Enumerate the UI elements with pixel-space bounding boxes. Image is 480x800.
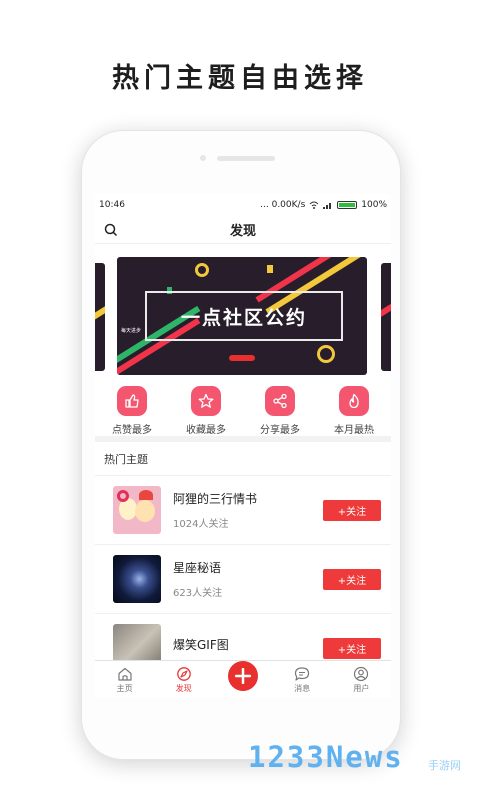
topic-name: 阿狸的三行情书	[173, 492, 258, 506]
topic-name: 星座秘语	[173, 561, 222, 575]
network-speed: ... 0.00K/s	[260, 200, 306, 210]
bottom-tab-bar: 主页 发现 消息 用户	[95, 660, 391, 698]
wifi-icon	[309, 201, 319, 209]
quick-label: 分享最多	[260, 425, 300, 436]
promo-title: 热门主题自由选择	[112, 63, 368, 94]
compass-icon	[176, 666, 191, 681]
follow-button[interactable]: +关注	[323, 499, 381, 521]
quick-hottest-month[interactable]: 本月最热	[324, 386, 384, 436]
ring-decoration	[195, 263, 209, 277]
plus-icon	[227, 660, 258, 691]
tab-discover[interactable]: 发现	[159, 666, 209, 694]
signal-icon	[323, 203, 332, 209]
section-title: 热门主题	[95, 442, 391, 476]
tab-home[interactable]: 主页	[100, 666, 150, 694]
thumbs-up-icon	[117, 386, 147, 416]
earpiece-speaker	[217, 156, 275, 161]
topic-row[interactable]: 阿狸的三行情书 1024人关注 +关注	[95, 476, 391, 545]
banner-slide[interactable]: 一点社区公约 每天进步	[117, 257, 367, 375]
quick-label: 收藏最多	[186, 425, 226, 436]
quick-label: 点赞最多	[112, 425, 152, 436]
quick-actions: 点赞最多 收藏最多 分享最多 本月最热	[95, 378, 391, 442]
follow-button[interactable]: +关注	[323, 568, 381, 590]
flame-icon	[339, 386, 369, 416]
tab-label: 主页	[116, 683, 133, 693]
quick-most-shared[interactable]: 分享最多	[250, 386, 310, 436]
watermark-suffix: 手游网	[428, 759, 461, 772]
quick-most-liked[interactable]: 点赞最多	[102, 386, 162, 436]
banner-page-indicator	[229, 355, 255, 361]
battery-level: 100%	[361, 200, 387, 210]
share-icon	[265, 386, 295, 416]
search-icon[interactable]	[104, 223, 118, 237]
tab-messages[interactable]: 消息	[277, 666, 327, 694]
status-bar: 10:46 ... 0.00K/s 100%	[95, 194, 391, 216]
home-icon	[117, 667, 132, 681]
status-time: 10:46	[99, 200, 125, 210]
topic-thumbnail	[113, 486, 161, 534]
banner-carousel[interactable]: 一点社区公约 每天进步	[95, 244, 391, 378]
banner-title: 一点社区公约	[180, 306, 307, 329]
top-header: 发现	[95, 216, 391, 244]
watermark-logo: 1233News	[248, 740, 404, 774]
tab-publish[interactable]	[218, 660, 268, 691]
cube-decoration	[267, 265, 273, 273]
tab-label: 消息	[294, 683, 311, 693]
front-camera	[200, 155, 206, 161]
hot-topics-section: 热门主题 阿狸的三行情书 1024人关注 +关注 星座秘语 623人关注 +关注	[95, 442, 391, 683]
ring-decoration	[317, 345, 335, 363]
user-icon	[354, 666, 369, 681]
app-screen: 10:46 ... 0.00K/s 100% 发现 一点社区公约 每天进步 点赞…	[95, 194, 391, 698]
battery-icon	[337, 201, 358, 209]
banner-badge: 每天进步	[121, 328, 142, 334]
topic-row[interactable]: 星座秘语 623人关注 +关注	[95, 545, 391, 614]
chat-bubble-icon	[295, 666, 310, 681]
quick-label: 本月最热	[334, 425, 374, 436]
quick-most-saved[interactable]: 收藏最多	[176, 386, 236, 436]
topic-name: 爆笑GIF图	[173, 637, 229, 652]
tab-user[interactable]: 用户	[336, 666, 386, 694]
page-title: 发现	[229, 224, 256, 239]
star-icon	[191, 386, 221, 416]
banner-prev-slide[interactable]	[95, 263, 105, 371]
topic-thumbnail	[113, 555, 161, 603]
tab-label: 发现	[175, 683, 192, 693]
follow-button[interactable]: +关注	[323, 637, 381, 659]
topic-followers: 1024人关注	[173, 519, 229, 530]
tab-label: 用户	[353, 683, 370, 693]
topic-followers: 623人关注	[173, 588, 223, 599]
banner-next-slide[interactable]	[381, 263, 391, 371]
